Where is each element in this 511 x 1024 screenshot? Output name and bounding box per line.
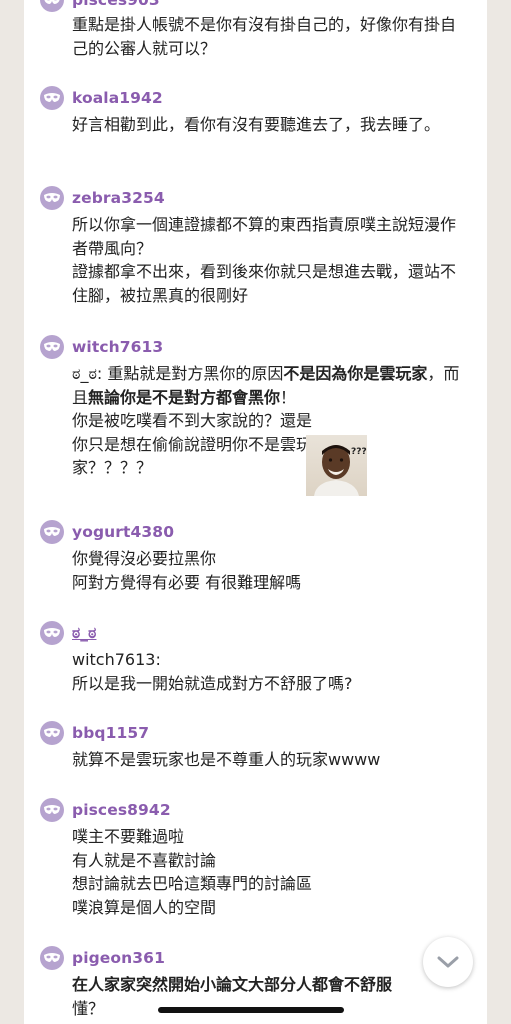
comment-text: 噗主不要難過啦 有人就是不喜歡討論 想討論就去巴哈這類專門的討論區 噗浪算是個人… — [72, 827, 313, 917]
mask-icon[interactable] — [40, 798, 64, 822]
text-span: ಠ_ಠ: 重點就是對方黑你的原因 — [72, 364, 284, 383]
mask-icon[interactable] — [40, 86, 64, 110]
mask-icon[interactable] — [40, 0, 64, 12]
mask-icon[interactable] — [40, 721, 64, 745]
meme-question-marks: ??? — [351, 447, 367, 457]
mask-icon[interactable] — [40, 621, 64, 645]
text-span: ！ — [280, 387, 297, 407]
username[interactable]: bbq1157 — [72, 724, 149, 742]
home-indicator[interactable] — [158, 1007, 344, 1013]
mask-icon[interactable] — [40, 186, 64, 210]
scroll-down-button[interactable] — [423, 937, 473, 987]
username[interactable]: pisces903 — [72, 0, 160, 9]
mask-icon[interactable] — [40, 520, 64, 544]
username[interactable]: zebra3254 — [72, 189, 165, 207]
comment-text: 重點是掛人帳號不是你有沒有掛自己的，好像你有掛自己的公審人就可以？ — [72, 15, 457, 58]
meme-image[interactable]: ??? — [306, 435, 367, 496]
mask-icon[interactable] — [40, 335, 64, 359]
username[interactable]: koala1942 — [72, 89, 163, 107]
comment-text: ಠ_ಠ: 重點就是對方黑你的原因不是因為你是雲玩家，而且無論你是不是對方都會黑你… — [72, 364, 460, 477]
comment-text: 你覺得沒必要拉黑你 阿對方覺得有必要 有很難理解嗎 — [72, 549, 302, 592]
comment-text: witch7613: 所以是我一開始就造成對方不舒服了嗎? — [72, 650, 353, 693]
comment-text: 就算不是雲玩家也是不尊重人的玩家wwww — [72, 750, 381, 769]
username[interactable]: yogurt4380 — [72, 523, 174, 541]
plurk-response-sheet: pisces903 重點是掛人帳號不是你有沒有掛自己的，好像你有掛自己的公審人就… — [24, 0, 487, 1024]
chevron-down-icon — [437, 955, 459, 969]
username[interactable]: witch7613 — [72, 338, 163, 356]
username[interactable]: pisces8942 — [72, 801, 171, 819]
username[interactable]: ಠ_ಠ — [72, 624, 96, 643]
username[interactable]: pigeon361 — [72, 949, 165, 967]
comment-text: 好言相勸到此，看你有沒有要聽進去了，我去睡了。 — [72, 115, 441, 134]
bold-text: 不是因為你是雲玩家 — [283, 364, 428, 383]
comment-text: 所以你拿一個連證據都不算的東西指責原噗主說短漫作者帶風向？ 證據都拿不出來，看到… — [72, 215, 457, 305]
bold-text: 無論你是不是對方都會黑你 — [88, 387, 281, 407]
mask-icon[interactable] — [40, 946, 64, 970]
